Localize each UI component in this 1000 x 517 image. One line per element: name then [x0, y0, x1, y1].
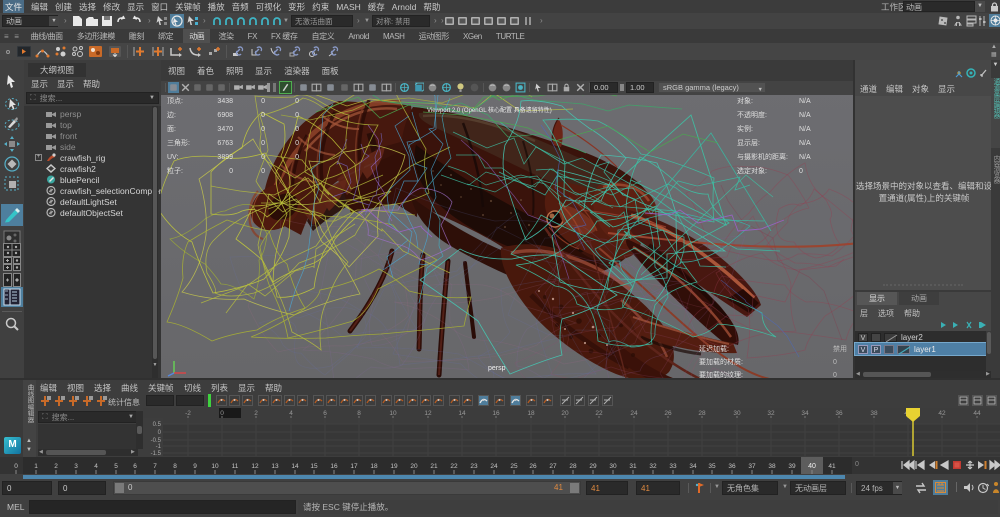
svg-text:26: 26 [529, 463, 537, 470]
svg-text:33: 33 [669, 463, 677, 470]
svg-text:22: 22 [450, 463, 458, 470]
svg-text:5: 5 [114, 463, 118, 470]
svg-text:36: 36 [835, 410, 843, 417]
svg-text:40: 40 [808, 463, 816, 470]
svg-text:24: 24 [490, 463, 498, 470]
svg-text:0.5: 0.5 [153, 422, 162, 428]
svg-text:6: 6 [133, 463, 137, 470]
svg-text:28: 28 [698, 410, 706, 417]
svg-text:24: 24 [630, 410, 638, 417]
svg-text:23: 23 [470, 463, 478, 470]
svg-text:36: 36 [728, 463, 736, 470]
svg-text:2: 2 [54, 463, 58, 470]
svg-text:11: 11 [232, 463, 239, 470]
svg-text:9: 9 [193, 463, 197, 470]
svg-text:25: 25 [510, 463, 518, 470]
svg-text:1: 1 [34, 463, 38, 470]
svg-text:26: 26 [664, 410, 672, 417]
svg-text:13: 13 [271, 463, 279, 470]
svg-text:0: 0 [220, 410, 224, 417]
svg-text:41: 41 [828, 463, 836, 470]
svg-text:17: 17 [350, 463, 358, 470]
svg-text:39: 39 [788, 463, 796, 470]
svg-text:10: 10 [211, 463, 219, 470]
svg-text:34: 34 [801, 410, 809, 417]
svg-text:44: 44 [973, 410, 981, 417]
svg-text:32: 32 [767, 410, 775, 417]
svg-text:6: 6 [323, 410, 327, 417]
svg-text:29: 29 [589, 463, 597, 470]
svg-text:30: 30 [609, 463, 617, 470]
svg-text:14: 14 [291, 463, 299, 470]
svg-text:38: 38 [870, 410, 878, 417]
svg-text:10: 10 [389, 410, 397, 417]
svg-text:31: 31 [629, 463, 637, 470]
svg-text:20: 20 [561, 410, 569, 417]
svg-text:19: 19 [390, 463, 398, 470]
svg-text:42: 42 [938, 410, 946, 417]
svg-text:15: 15 [310, 463, 318, 470]
svg-text:14: 14 [458, 410, 466, 417]
svg-text:18: 18 [370, 463, 378, 470]
svg-text:16: 16 [330, 463, 338, 470]
svg-text:8: 8 [357, 410, 361, 417]
svg-text:4: 4 [289, 410, 293, 417]
svg-text:4: 4 [94, 463, 98, 470]
svg-text:28: 28 [569, 463, 577, 470]
svg-text:35: 35 [708, 463, 716, 470]
svg-text:22: 22 [595, 410, 603, 417]
svg-text:32: 32 [649, 463, 657, 470]
svg-text:12: 12 [251, 463, 259, 470]
svg-text:16: 16 [492, 410, 500, 417]
svg-text:-1: -1 [156, 444, 162, 450]
svg-text:34: 34 [689, 463, 697, 470]
svg-text:3: 3 [74, 463, 78, 470]
svg-text:2: 2 [254, 410, 258, 417]
svg-text:7: 7 [153, 463, 157, 470]
svg-text:12: 12 [424, 410, 432, 417]
svg-text:-1.5: -1.5 [151, 451, 162, 456]
svg-text:8: 8 [173, 463, 177, 470]
svg-text:20: 20 [410, 463, 418, 470]
svg-text:21: 21 [430, 463, 438, 470]
svg-text:18: 18 [527, 410, 535, 417]
svg-text:27: 27 [549, 463, 557, 470]
svg-text:38: 38 [768, 463, 776, 470]
svg-text:37: 37 [748, 463, 756, 470]
svg-text:0: 0 [14, 463, 18, 470]
svg-text:30: 30 [733, 410, 741, 417]
svg-text:-2: -2 [185, 410, 191, 417]
